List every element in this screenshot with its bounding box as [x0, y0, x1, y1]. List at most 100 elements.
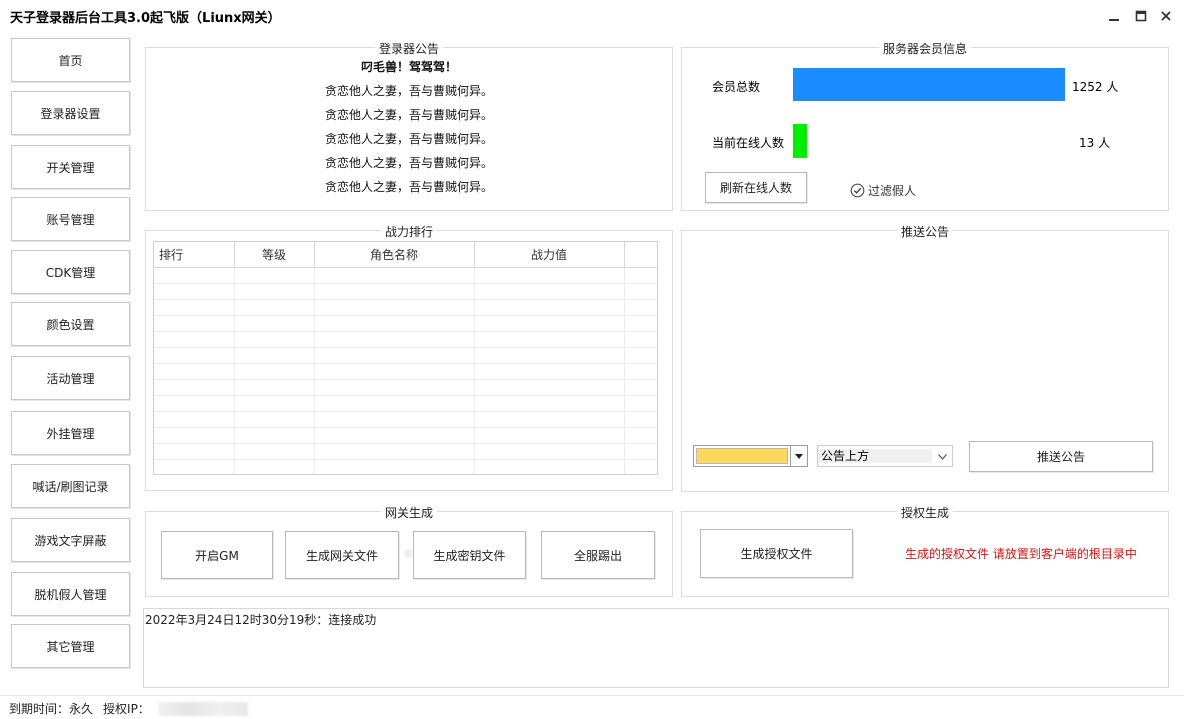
table-row[interactable]: [154, 411, 657, 428]
sidebar-item-switch-management[interactable]: 开关管理: [11, 145, 130, 189]
table-row[interactable]: [154, 331, 657, 348]
table-cell: [624, 283, 657, 300]
table-cell: [624, 395, 657, 412]
table-cell: [154, 427, 235, 444]
generate-auth-file-button[interactable]: 生成授权文件: [700, 529, 853, 578]
sidebar-item-chat-records[interactable]: 喊话/刷图记录: [11, 464, 130, 508]
notice-position-select[interactable]: 公告上方: [817, 445, 953, 467]
close-icon[interactable]: [1156, 6, 1176, 26]
table-cell: [624, 267, 657, 284]
table-cell: [154, 331, 235, 348]
sidebar-item-home[interactable]: 首页: [11, 38, 130, 82]
table-cell: [234, 283, 315, 300]
sidebar-item-label: 颜色设置: [46, 317, 95, 332]
sidebar-item-color-settings[interactable]: 颜色设置: [11, 302, 130, 346]
push-title: 推送公告: [896, 225, 953, 239]
log-line: 2022年3月24日12时30分19秒：连接成功: [145, 613, 377, 627]
generate-key-file-button[interactable]: 生成密钥文件: [413, 531, 526, 579]
sidebar-item-cheat-management[interactable]: 外挂管理: [11, 411, 130, 455]
notice-panel: 登录器公告 叼毛兽！驾驾驾！ 贪恋他人之妻，吾与曹贼何异。 贪恋他人之妻，吾与曹…: [145, 42, 673, 211]
table-cell: [154, 395, 235, 412]
maximize-icon[interactable]: [1131, 6, 1151, 26]
table-row[interactable]: [154, 267, 657, 284]
column-header-rank[interactable]: 排行: [154, 242, 235, 268]
filter-bots-label: 过滤假人: [868, 184, 917, 198]
kick-all-button[interactable]: 全服踢出: [541, 531, 655, 579]
table-cell: [314, 395, 475, 412]
chevron-down-icon[interactable]: [790, 446, 807, 466]
table-cell: [154, 283, 235, 300]
chevron-down-icon[interactable]: [938, 449, 947, 463]
total-members-bar: [793, 68, 1065, 101]
sidebar-item-label: 账号管理: [46, 212, 95, 227]
table-row[interactable]: [154, 299, 657, 316]
table-row[interactable]: [154, 395, 657, 412]
table-cell: [474, 347, 625, 364]
online-members-value: 13 人: [1079, 136, 1111, 150]
sidebar-item-other-management[interactable]: 其它管理: [11, 624, 130, 668]
sidebar-item-text-filter[interactable]: 游戏文字屏蔽: [11, 518, 130, 562]
table-row[interactable]: [154, 459, 657, 474]
gateway-panel: 网关生成 开启GM 生成网关文件 生成密钥文件 全服踢出: [145, 506, 673, 597]
title-bar: 天子登录器后台工具3.0起飞版（Liunx网关）: [0, 0, 1184, 32]
table-cell: [624, 299, 657, 316]
table-cell: [624, 459, 657, 474]
table-cell: [474, 443, 625, 460]
notice-title: 登录器公告: [374, 42, 443, 56]
log-textarea[interactable]: 2022年3月24日12时30分19秒：连接成功: [143, 608, 1169, 688]
table-cell: [474, 267, 625, 284]
generate-gateway-file-button[interactable]: 生成网关文件: [285, 531, 399, 579]
window-title: 天子登录器后台工具3.0起飞版（Liunx网关）: [10, 11, 281, 26]
total-members-value: 1252 人: [1072, 80, 1119, 94]
column-header-level[interactable]: 等级: [234, 242, 315, 268]
notice-line: 贪恋他人之妻，吾与曹贼何异。: [324, 108, 493, 122]
auth-panel: 授权生成 生成授权文件 生成的授权文件 请放置到客户端的根目录中: [681, 506, 1169, 597]
table-cell: [314, 379, 475, 396]
table-row[interactable]: [154, 283, 657, 300]
minimize-icon[interactable]: [1104, 6, 1124, 26]
table-cell: [234, 411, 315, 428]
generate-auth-file-label: 生成授权文件: [740, 547, 813, 561]
table-row[interactable]: [154, 427, 657, 444]
sidebar-item-offline-bot-management[interactable]: 脱机假人管理: [11, 572, 130, 616]
table-cell: [474, 459, 625, 474]
members-panel: 服务器会员信息 会员总数 1252 人 当前在线人数 13 人 刷新在线人数 过…: [681, 42, 1169, 211]
table-cell: [314, 459, 475, 474]
table-cell: [154, 299, 235, 316]
ranking-table[interactable]: 排行 等级 角色名称 战力值: [153, 241, 658, 475]
sidebar-item-launcher-settings[interactable]: 登录器设置: [11, 91, 130, 135]
separator-mark: [405, 550, 412, 557]
notice-line: 贪恋他人之妻，吾与曹贼何异。: [324, 156, 493, 170]
table-cell: [234, 347, 315, 364]
column-header-character-name[interactable]: 角色名称: [314, 242, 475, 268]
enable-gm-button[interactable]: 开启GM: [161, 531, 273, 579]
table-cell: [314, 363, 475, 380]
color-select[interactable]: [693, 445, 808, 467]
table-cell: [314, 347, 475, 364]
sidebar-item-cdk-management[interactable]: CDK管理: [11, 250, 130, 294]
refresh-online-button[interactable]: 刷新在线人数: [705, 172, 807, 203]
filter-bots-checkbox[interactable]: 过滤假人: [850, 182, 916, 199]
table-row[interactable]: [154, 315, 657, 332]
column-header-power[interactable]: 战力值: [474, 242, 625, 268]
table-cell: [234, 395, 315, 412]
table-cell: [474, 379, 625, 396]
table-row[interactable]: [154, 363, 657, 380]
table-cell: [624, 363, 657, 380]
push-notice-button[interactable]: 推送公告: [969, 441, 1153, 472]
sidebar-item-label: 脱机假人管理: [34, 587, 107, 602]
status-bar: 到期时间： 永久 授权IP：: [9, 700, 248, 717]
table-row[interactable]: [154, 379, 657, 396]
ranking-panel: 战力排行 排行 等级 角色名称 战力值: [145, 225, 673, 491]
table-row[interactable]: [154, 347, 657, 364]
table-cell: [624, 315, 657, 332]
table-row[interactable]: [154, 443, 657, 460]
sidebar-item-account-management[interactable]: 账号管理: [11, 197, 130, 241]
sidebar-item-activity-management[interactable]: 活动管理: [11, 356, 130, 400]
table-cell: [474, 363, 625, 380]
table-cell: [314, 283, 475, 300]
table-cell: [474, 427, 625, 444]
table-cell: [154, 443, 235, 460]
sidebar-item-label: 活动管理: [46, 371, 95, 386]
sidebar-item-label: 开关管理: [46, 160, 95, 175]
